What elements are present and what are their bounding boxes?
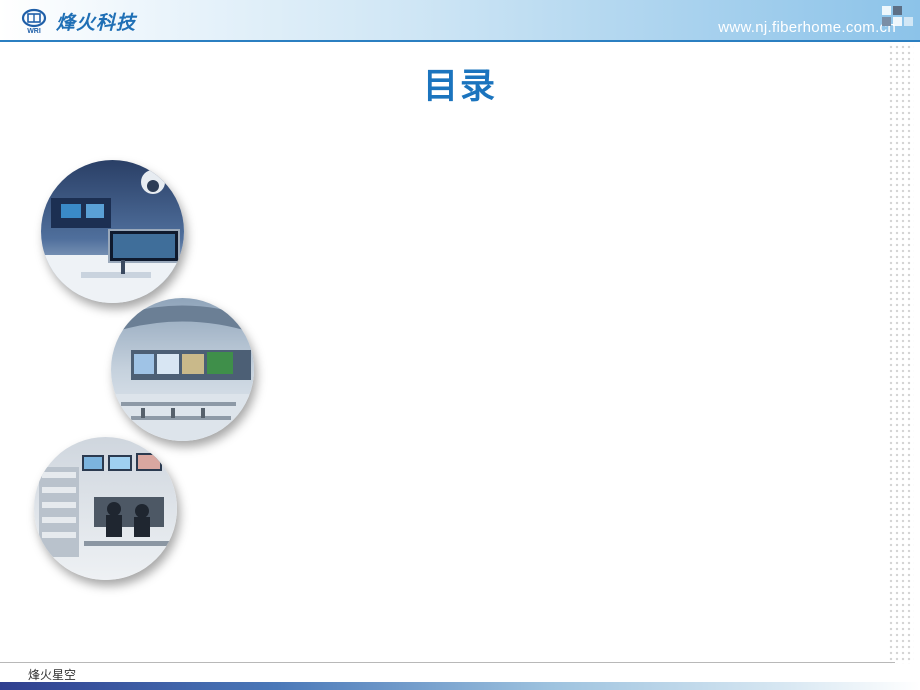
logo-text: 烽火科技: [56, 11, 137, 34]
logo-sub-text: WRI: [27, 28, 41, 35]
header-divider: [0, 40, 920, 42]
operations-room-photo: [34, 437, 177, 580]
slide-title: 目录: [422, 67, 497, 107]
control-center-photo: [111, 298, 254, 441]
company-logo: WRI 烽火科技: [20, 5, 136, 37]
corner-squares-decoration: [882, 6, 913, 36]
website-url: www.nj.fiberhome.com.cn: [718, 19, 896, 36]
footer-bar: [0, 682, 920, 690]
logo-emblem-icon: WRI: [21, 8, 47, 35]
footer-divider: [0, 662, 895, 663]
surveillance-room-photo: [41, 160, 184, 303]
dotted-decoration: [888, 44, 914, 664]
footer-text: 烽火星空: [28, 668, 77, 682]
